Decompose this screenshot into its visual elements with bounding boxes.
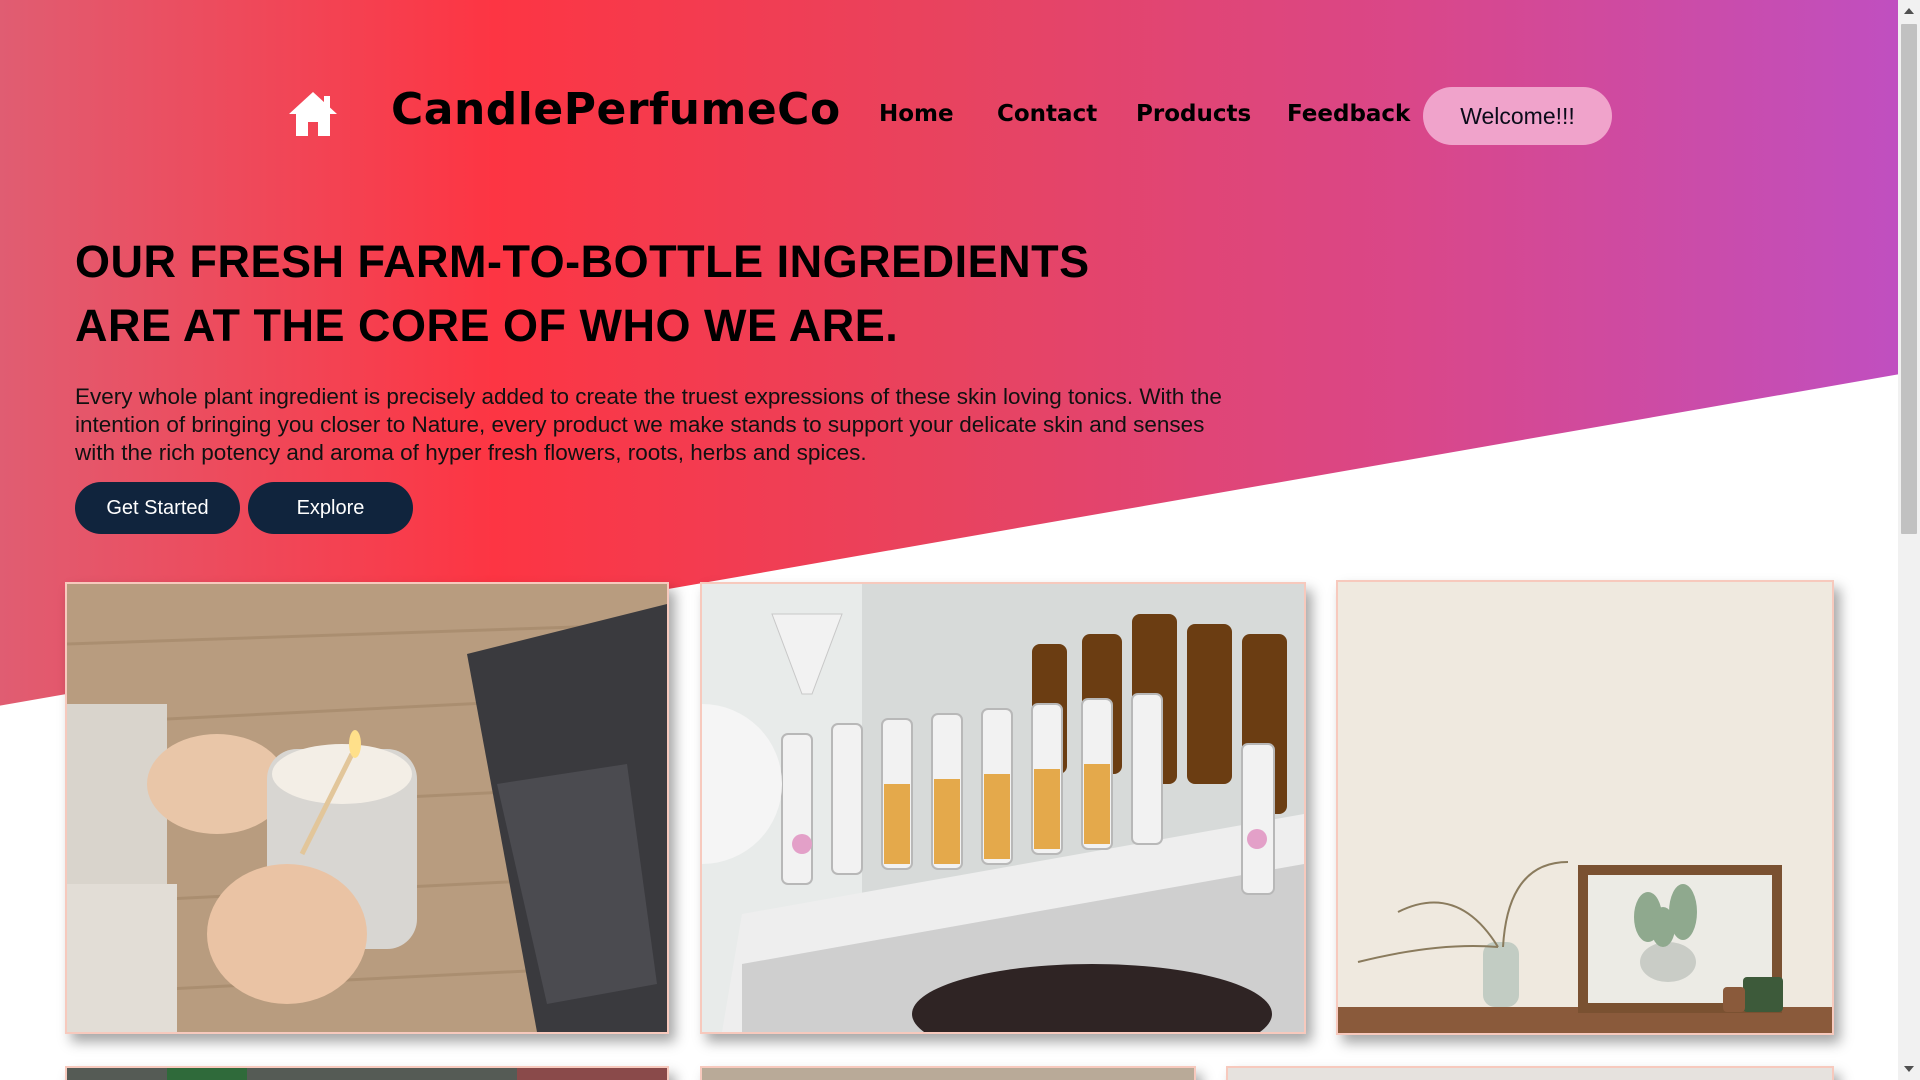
- explore-button[interactable]: Explore: [248, 482, 413, 534]
- nav-link-feedback[interactable]: Feedback: [1287, 101, 1410, 127]
- navbar: CandlePerfumeCo Home Contact Products Fe…: [0, 0, 1898, 230]
- home-icon[interactable]: [287, 90, 339, 138]
- hero-intro-text: Every whole plant ingredient is precisel…: [75, 384, 1222, 465]
- scrollbar-thumb[interactable]: [1901, 24, 1917, 534]
- nav-link-home[interactable]: Home: [879, 101, 954, 127]
- hero-headline-line-2: ARE AT THE CORE OF WHO WE ARE.: [75, 300, 899, 351]
- hero-headline-line-1: OUR FRESH FARM-TO-BOTTLE INGREDIENTS: [75, 236, 1090, 287]
- welcome-button[interactable]: Welcome!!!: [1423, 87, 1612, 145]
- product-image-next-row-1[interactable]: [65, 1066, 669, 1080]
- product-image-candle[interactable]: [65, 582, 669, 1034]
- product-image-perfume-bottles[interactable]: [700, 582, 1306, 1034]
- scroll-down-arrow-icon[interactable]: [1904, 1066, 1914, 1072]
- nav-link-products[interactable]: Products: [1136, 101, 1251, 127]
- product-image-home-decor[interactable]: [1336, 580, 1834, 1035]
- vertical-scrollbar[interactable]: [1898, 0, 1920, 1080]
- nav-link-contact[interactable]: Contact: [997, 101, 1097, 127]
- product-image-next-row-3[interactable]: [1226, 1066, 1834, 1080]
- product-image-next-row-2[interactable]: [700, 1066, 1196, 1080]
- brand-logo-text[interactable]: CandlePerfumeCo: [391, 84, 841, 135]
- scroll-up-arrow-icon[interactable]: [1904, 8, 1914, 14]
- get-started-button[interactable]: Get Started: [75, 482, 240, 534]
- hero-headline: OUR FRESH FARM-TO-BOTTLE INGREDIENTS ARE…: [75, 230, 1275, 358]
